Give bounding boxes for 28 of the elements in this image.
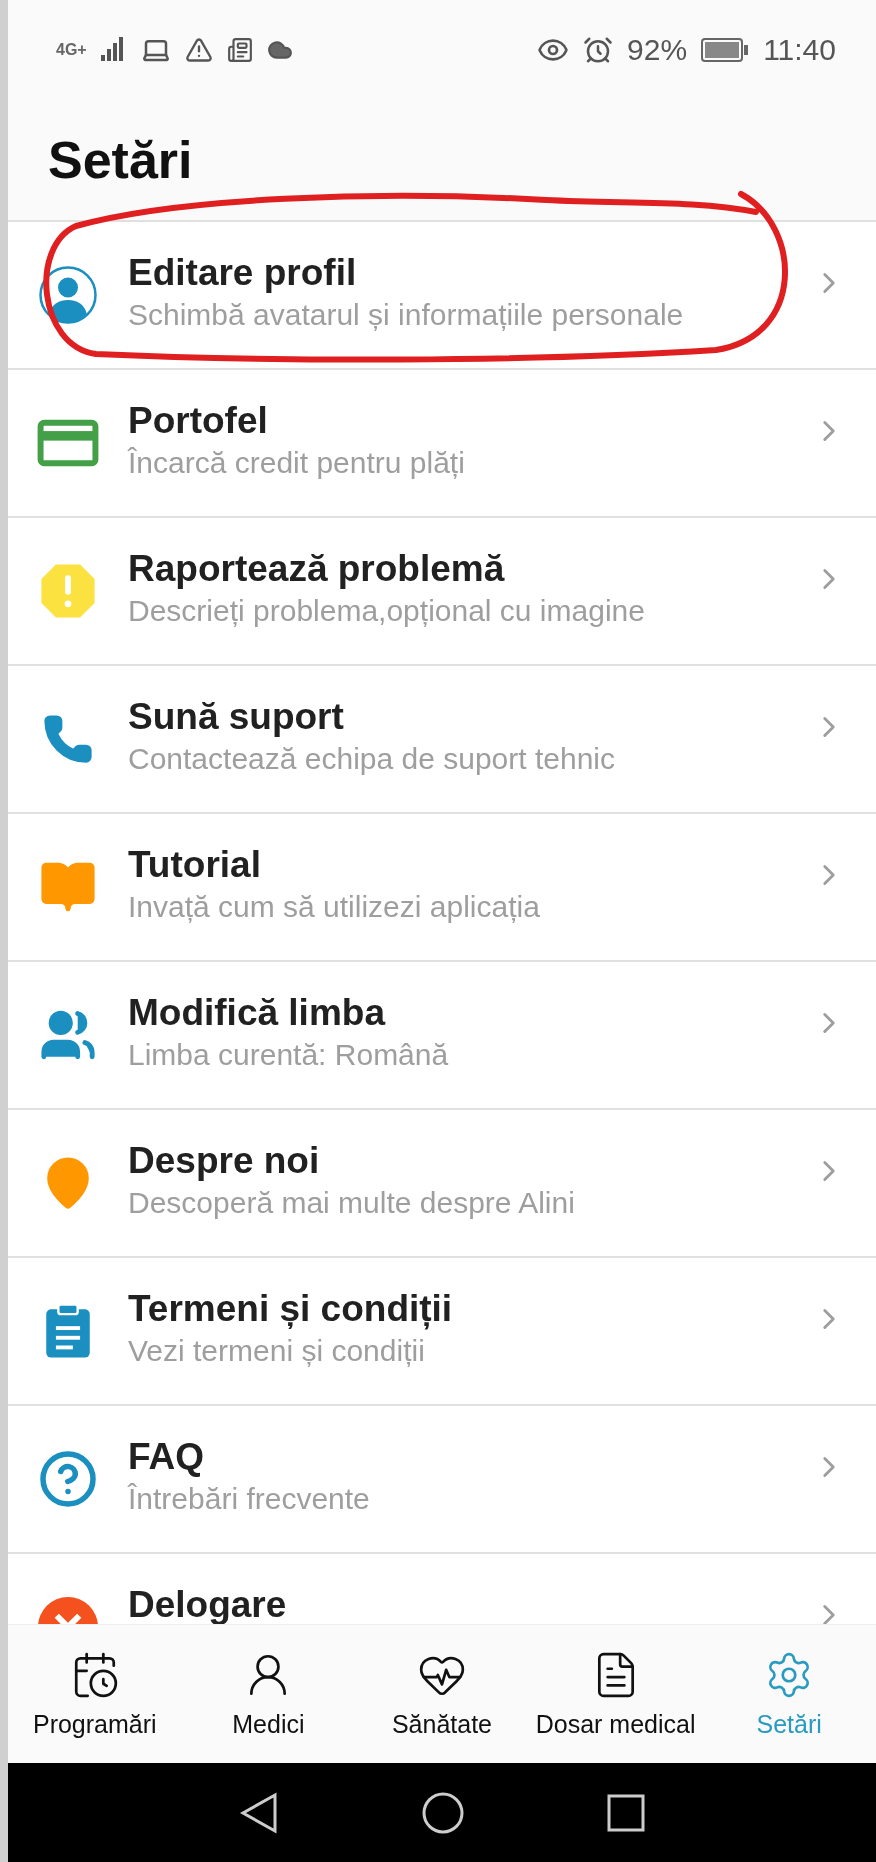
home-icon[interactable]: [421, 1790, 465, 1835]
settings-item[interactable]: FAQ Întrebări frecvente: [8, 1406, 876, 1554]
alarm-icon: [583, 35, 614, 65]
nav-tab[interactable]: Sănătate: [355, 1625, 529, 1763]
recents-icon[interactable]: [607, 1793, 645, 1832]
avatar-icon: [38, 265, 98, 325]
help-icon: [38, 1449, 98, 1509]
nav-tab[interactable]: Programări: [8, 1625, 182, 1763]
battery-icon: [701, 37, 750, 63]
nav-tab[interactable]: Dosar medical: [528, 1625, 703, 1763]
news-icon: [226, 37, 253, 63]
settings-item[interactable]: Tutorial Invață cum să utilizezi aplicația: [8, 814, 876, 962]
clock: 11:40: [763, 33, 836, 67]
battery-percent: 92%: [627, 33, 688, 67]
settings-item[interactable]: Portofel Încarcă credit pentru plăți: [8, 370, 876, 518]
warning-icon: [184, 36, 213, 64]
network-type: 4G+: [56, 41, 87, 59]
warning-icon: [39, 562, 97, 620]
nav-tab[interactable]: Medici: [181, 1625, 356, 1763]
settings-item[interactable]: Termeni și condiții Vezi termeni și condiții: [8, 1258, 876, 1406]
settings-item[interactable]: Despre noi Descoperă mai multe despre Alini: [8, 1110, 876, 1258]
settings-item[interactable]: Editare profil Schimbă avatarul și informațiile personale: [8, 222, 876, 370]
settings-item[interactable]: Raportează problemă Descrieți problema,opțional cu imagine: [8, 518, 876, 666]
settings-item[interactable]: Sună suport Contactează echipa de suport tehnic: [8, 666, 876, 814]
back-icon[interactable]: [239, 1790, 279, 1835]
card-icon: [37, 418, 99, 468]
settings-item[interactable]: Modifică limba Limba curentă: Română: [8, 962, 876, 1110]
phone-icon: [41, 712, 95, 766]
